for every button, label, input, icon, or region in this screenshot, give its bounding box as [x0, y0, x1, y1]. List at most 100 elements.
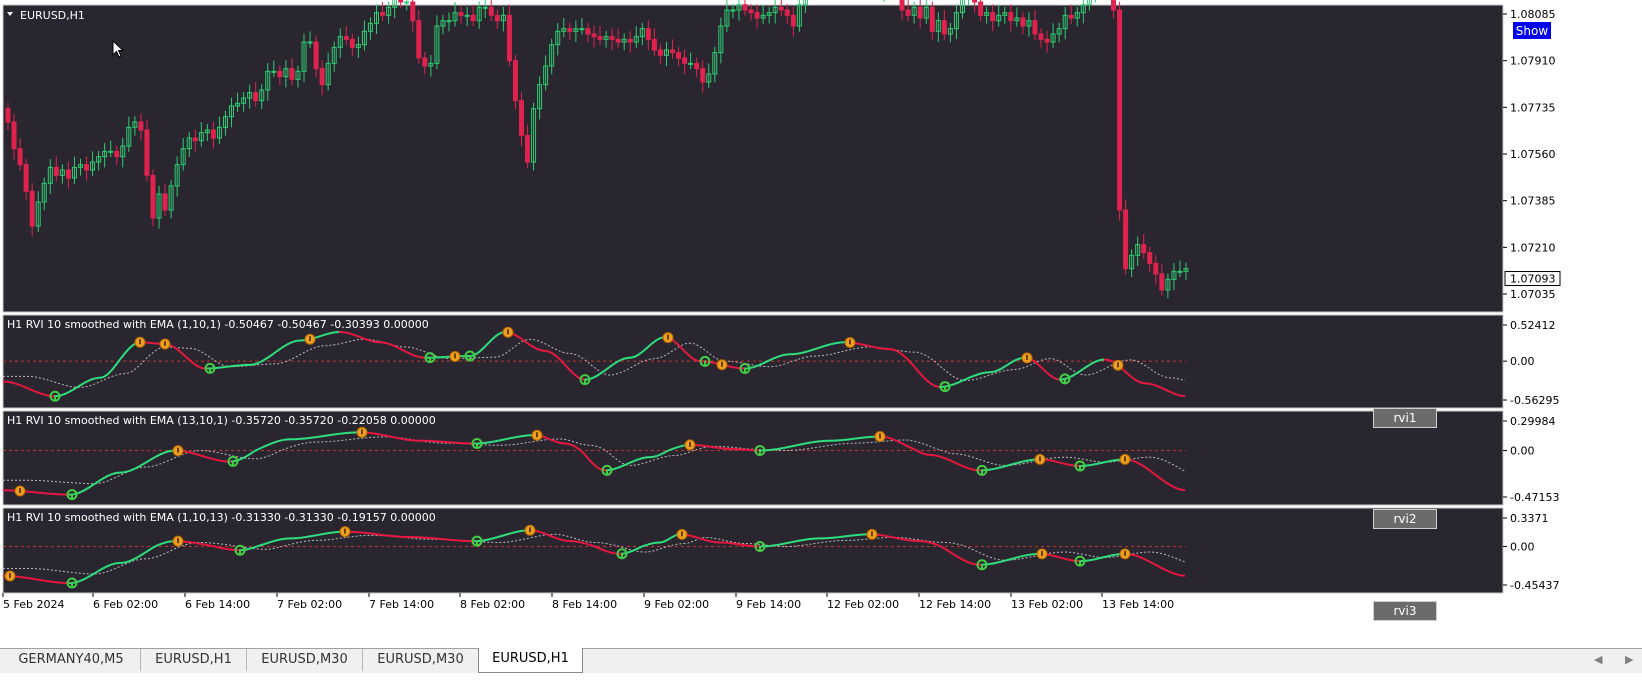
rvi-line-segment [41, 392, 46, 396]
rvi-line-segment [809, 348, 814, 352]
rvi-line-segment [59, 393, 64, 397]
rvi-line-segment [509, 531, 514, 535]
main-pane-title: EURUSD,H1 [20, 9, 85, 22]
rvi-line-segment [398, 347, 403, 351]
rvi-line-segment [956, 380, 961, 384]
rvi-line-segment [704, 538, 709, 542]
rvi-line-segment [1055, 555, 1060, 559]
rvi-line-segment [662, 539, 667, 543]
rvi-line-segment [950, 383, 955, 387]
bear-candle [1159, 273, 1165, 291]
show-button[interactable]: Show [1512, 21, 1552, 40]
rvi-line-segment [887, 535, 892, 538]
rvi-line-segment [506, 437, 511, 440]
rvi-line-segment [560, 538, 565, 542]
rvi-line-segment [203, 543, 208, 547]
time-axis-label: 5 Feb 2024 [3, 598, 64, 611]
rvi-line-segment [323, 532, 328, 535]
rvi-line-segment [1160, 386, 1165, 390]
bear-candle [349, 38, 355, 48]
rvi-line-segment [893, 536, 898, 540]
rvi-line-segment [884, 534, 889, 538]
rvi-line-segment [761, 361, 766, 365]
rvi-line-segment [374, 432, 379, 436]
bear-candle [645, 28, 651, 40]
rvi-line-segment [965, 376, 970, 381]
rvi-line-segment [272, 539, 277, 543]
bear-candle [17, 148, 23, 166]
tab-scroll-left-icon[interactable]: ◀ [1594, 649, 1602, 671]
rvi-line-segment [791, 540, 796, 544]
tab-germany40-m5[interactable]: GERMANY40,M5 [2, 649, 141, 671]
rvi-line-segment [869, 345, 874, 348]
bear-candle [470, 14, 476, 22]
rvi-line-segment [965, 466, 970, 470]
rvi-line-segment [1112, 553, 1117, 557]
rvi-line-segment [998, 367, 1003, 371]
tab-eurusd-m30-1[interactable]: EURUSD,M30 [247, 649, 363, 671]
indicator-tick-label: 0.3371 [1510, 512, 1549, 525]
rvi-line-segment [353, 333, 358, 337]
rvi-line-segment [1010, 462, 1015, 466]
rvi-line-segment [695, 359, 700, 363]
rvi-line-segment [350, 332, 355, 336]
rvi-line-segment [209, 457, 214, 461]
rvi-line-segment [1163, 568, 1168, 572]
indicator-tick-label: 0.29984 [1510, 415, 1556, 428]
rvi-line-segment [122, 470, 127, 474]
rvi-line-segment [797, 352, 802, 355]
rvi-line-segment [17, 383, 22, 387]
bear-candle [210, 129, 216, 139]
rvi-line-segment [1094, 557, 1099, 561]
rvi-line-segment [770, 357, 775, 361]
rvi-line-segment [905, 444, 910, 448]
rvi-line-segment [998, 466, 1003, 469]
rvi-line-segment [902, 443, 907, 447]
tab-scroll-right-icon[interactable]: ▶ [1625, 649, 1633, 671]
bear-candle [778, 6, 784, 11]
rvi-line-segment [497, 535, 502, 538]
rvi-line-segment [1019, 555, 1024, 558]
rvi-line-segment [197, 453, 202, 457]
rvi-line-segment [1130, 459, 1135, 463]
rvi-line-segment [989, 562, 994, 565]
chart-canvas[interactable]: 1.08085 1.07910 1.07735 1.07560 1.07385 1.072… [0, 0, 1642, 652]
rvi-line-segment [1001, 559, 1006, 563]
rvi-line-segment [200, 542, 205, 546]
rvi-line-segment [806, 441, 811, 445]
rvi-line-segment [413, 354, 418, 358]
rvi-line-segment [164, 540, 169, 544]
tab-eurusd-m30-2[interactable]: EURUSD,M30 [363, 649, 479, 671]
rvi-line-segment [692, 535, 697, 539]
rvi-line-segment [758, 362, 763, 367]
rvi-line-segment [779, 542, 784, 546]
rvi-line-segment [887, 436, 892, 440]
bear-candle [380, 12, 386, 16]
rvi3-button[interactable]: rvi3 [1373, 601, 1437, 621]
rvi-line-segment [902, 538, 907, 541]
rvi-line-segment [638, 457, 643, 461]
rvi-line-segment [1106, 358, 1111, 362]
chart-area[interactable]: 1.08085 1.07910 1.07735 1.07560 1.07385 1.072… [0, 0, 1642, 652]
rvi-line-segment [83, 576, 88, 581]
rvi-line-segment [1157, 385, 1162, 389]
rvi-line-segment [398, 437, 403, 440]
bear-candle [978, 1, 984, 16]
rvi1-button[interactable]: rvi1 [1373, 408, 1437, 428]
rvi-line-segment [731, 366, 736, 369]
rvi-line-segment [788, 541, 793, 544]
rvi-line-segment [1013, 358, 1018, 362]
rvi-line-segment [629, 549, 634, 553]
tab-eurusd-h1-active[interactable]: EURUSD,H1 [478, 648, 583, 673]
rvi-line-segment [254, 362, 259, 366]
bear-candle [410, 1, 416, 22]
rvi-line-segment [935, 543, 940, 547]
rvi-line-segment [500, 438, 505, 442]
rvi-line-segment [866, 344, 871, 348]
tab-eurusd-h1-1[interactable]: EURUSD,H1 [141, 649, 247, 671]
rvi-line-segment [314, 335, 319, 339]
rvi-line-segment [197, 542, 202, 545]
rvi-line-segment [698, 537, 703, 540]
rvi2-button[interactable]: rvi2 [1373, 509, 1437, 529]
rvi-line-segment [1148, 560, 1153, 564]
